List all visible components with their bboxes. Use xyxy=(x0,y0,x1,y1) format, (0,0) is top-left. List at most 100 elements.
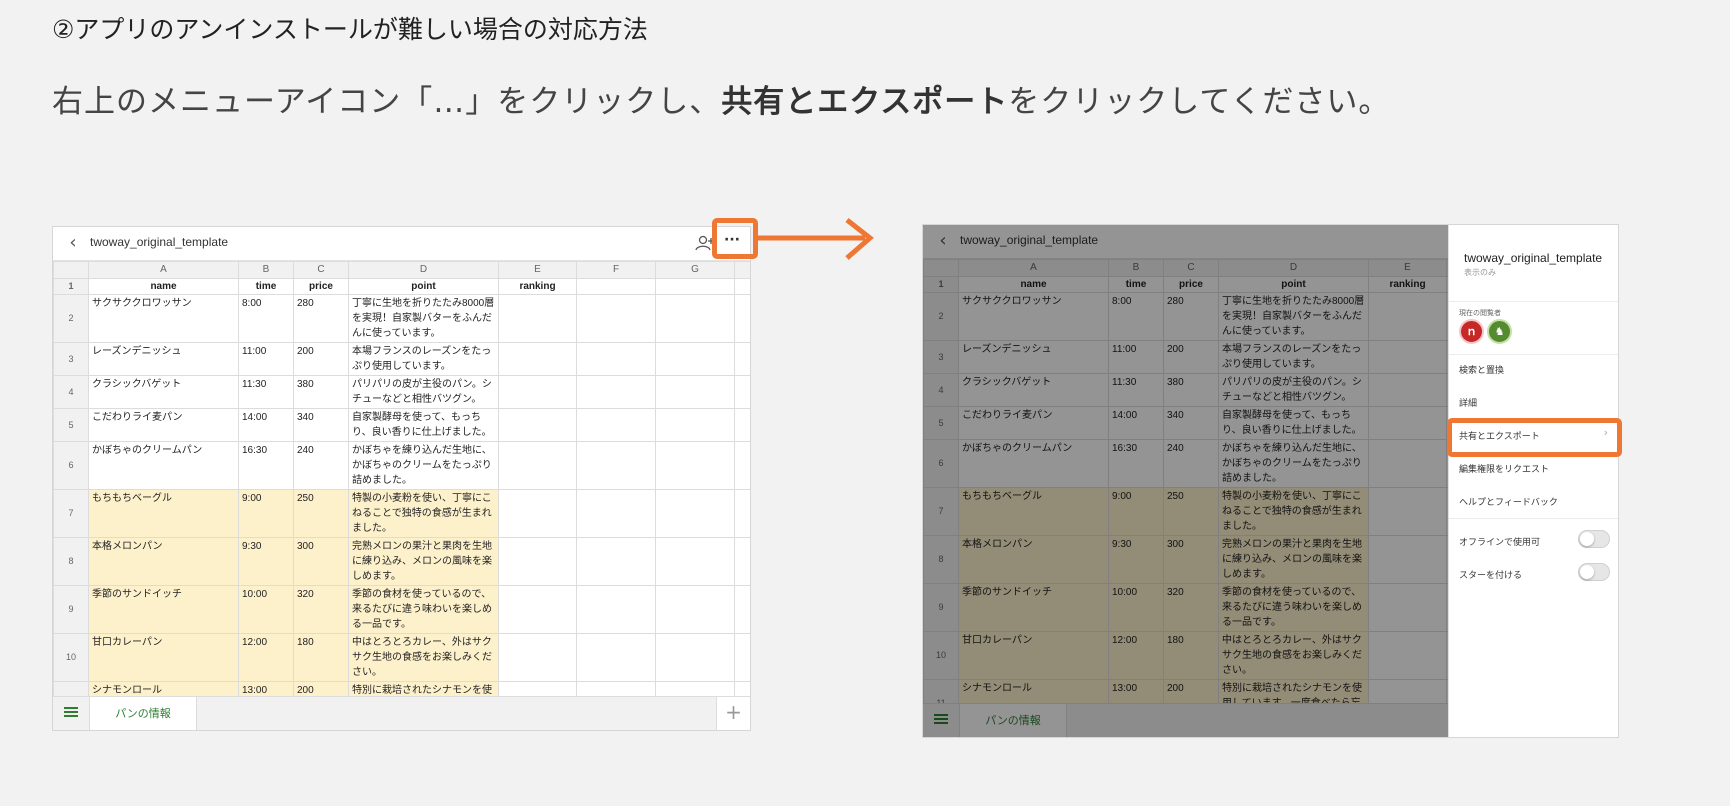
menu-item-help-feedback[interactable]: ヘルプとフィードバック xyxy=(1459,495,1558,508)
grid-cell[interactable] xyxy=(655,408,735,442)
grid-cell[interactable] xyxy=(498,375,577,409)
cell-price[interactable]: 380 xyxy=(293,375,349,409)
sheet-list-icon[interactable] xyxy=(64,707,78,719)
cell-price[interactable]: 320 xyxy=(293,585,349,634)
grid-cell[interactable] xyxy=(498,441,577,490)
header-cell[interactable] xyxy=(655,278,735,295)
cell-point[interactable]: 本場フランスのレーズンをたっぷり使用しています。 xyxy=(348,342,499,376)
cell-point[interactable]: パリパリの皮が主役のパン。シチューなどと相性バツグン。 xyxy=(348,375,499,409)
row-number[interactable]: 11 xyxy=(53,681,89,696)
grid-cell[interactable] xyxy=(576,441,656,490)
back-icon[interactable]: ‹ xyxy=(63,232,83,253)
grid-cell[interactable] xyxy=(576,489,656,538)
cell-time[interactable]: 8:00 xyxy=(238,294,294,343)
column-header[interactable]: D xyxy=(348,261,499,279)
cell-time[interactable]: 11:00 xyxy=(238,342,294,376)
column-header[interactable]: A xyxy=(88,261,239,279)
cell-price[interactable]: 200 xyxy=(293,342,349,376)
row-number[interactable]: 5 xyxy=(53,408,89,442)
cell-point[interactable]: 特別に栽培されたシナモンを使用しています。一度食べたら忘れられない味をぜひ。 xyxy=(348,681,499,696)
cell-price[interactable]: 180 xyxy=(293,633,349,682)
cell-time[interactable]: 13:00 xyxy=(238,681,294,696)
grid-cell[interactable] xyxy=(576,537,656,586)
grid-cell[interactable] xyxy=(655,489,735,538)
row-number[interactable]: 10 xyxy=(53,633,89,682)
menu-item-details[interactable]: 詳細 xyxy=(1459,396,1477,409)
cell-point[interactable]: かぼちゃを練り込んだ生地に、かぼちゃのクリームをたっぷり詰めました。 xyxy=(348,441,499,490)
cell-point[interactable]: 季節の食材を使っているので、来るたびに違う味わいを楽しめる一品です。 xyxy=(348,585,499,634)
grid-cell[interactable] xyxy=(734,489,750,538)
grid-cell[interactable] xyxy=(576,681,656,696)
row-number[interactable]: 6 xyxy=(53,441,89,490)
add-sheet-icon[interactable]: + xyxy=(716,697,750,730)
cell-point[interactable]: 自家製酵母を使って、もっちり、良い香りに仕上げました。 xyxy=(348,408,499,442)
grid-cell[interactable] xyxy=(655,294,735,343)
cell-name[interactable]: レーズンデニッシュ xyxy=(88,342,239,376)
cell-price[interactable]: 280 xyxy=(293,294,349,343)
grid-cell[interactable] xyxy=(498,489,577,538)
grid-cell[interactable] xyxy=(498,633,577,682)
cell-price[interactable]: 250 xyxy=(293,489,349,538)
cell-point[interactable]: 完熟メロンの果汁と果肉を生地に練り込み、メロンの風味を楽しめます。 xyxy=(348,537,499,586)
grid-cell[interactable] xyxy=(734,375,750,409)
row-number[interactable]: 2 xyxy=(53,294,89,343)
grid-cell[interactable] xyxy=(498,294,577,343)
cell-time[interactable]: 11:30 xyxy=(238,375,294,409)
header-cell[interactable]: point xyxy=(348,278,499,295)
column-header[interactable] xyxy=(734,261,750,279)
cell-name[interactable]: サクサククロワッサン xyxy=(88,294,239,343)
cell-price[interactable]: 300 xyxy=(293,537,349,586)
cell-point[interactable]: 丁寧に生地を折りたたみ8000層を実現！自家製バターをふんだんに使っています。 xyxy=(348,294,499,343)
grid-cell[interactable] xyxy=(734,633,750,682)
cell-time[interactable]: 14:00 xyxy=(238,408,294,442)
offline-toggle[interactable] xyxy=(1578,530,1610,548)
column-header[interactable]: B xyxy=(238,261,294,279)
grid-cell[interactable] xyxy=(655,342,735,376)
row-number[interactable]: 3 xyxy=(53,342,89,376)
grid-cell[interactable] xyxy=(655,585,735,634)
grid-cell[interactable] xyxy=(498,585,577,634)
grid-cell[interactable] xyxy=(498,342,577,376)
cell-name[interactable]: シナモンロール xyxy=(88,681,239,696)
grid-cell[interactable] xyxy=(498,537,577,586)
header-cell[interactable] xyxy=(576,278,656,295)
cell-name[interactable]: 甘口カレーパン xyxy=(88,633,239,682)
column-header[interactable]: C xyxy=(293,261,349,279)
cell-price[interactable]: 240 xyxy=(293,441,349,490)
tab-pan-info[interactable]: パンの情報 xyxy=(89,697,197,730)
grid-cell[interactable] xyxy=(655,375,735,409)
cell-point[interactable]: 中はとろとろカレー、外はサクサク生地の食感をお楽しみください。 xyxy=(348,633,499,682)
row-number[interactable]: 8 xyxy=(53,537,89,586)
grid-cell[interactable] xyxy=(498,681,577,696)
column-header[interactable]: F xyxy=(576,261,656,279)
cell-name[interactable]: かぼちゃのクリームパン xyxy=(88,441,239,490)
header-cell[interactable]: name xyxy=(88,278,239,295)
row-number[interactable]: 1 xyxy=(53,278,89,295)
grid-cell[interactable] xyxy=(734,278,750,295)
grid-cell[interactable] xyxy=(734,294,750,343)
grid-cell[interactable] xyxy=(576,294,656,343)
header-cell[interactable]: price xyxy=(293,278,349,295)
cell-time[interactable]: 12:00 xyxy=(238,633,294,682)
grid-cell[interactable] xyxy=(734,537,750,586)
cell-name[interactable]: 本格メロンパン xyxy=(88,537,239,586)
grid-cell[interactable] xyxy=(655,537,735,586)
avatar[interactable]: ｎ xyxy=(1459,319,1484,344)
grid-cell[interactable] xyxy=(734,681,750,696)
row-number[interactable]: 4 xyxy=(53,375,89,409)
cell-time[interactable]: 16:30 xyxy=(238,441,294,490)
cell-time[interactable]: 9:30 xyxy=(238,537,294,586)
row-number[interactable]: 9 xyxy=(53,585,89,634)
grid-cell[interactable] xyxy=(576,408,656,442)
grid-cell[interactable] xyxy=(734,441,750,490)
grid-cell[interactable] xyxy=(655,681,735,696)
column-header[interactable]: E xyxy=(498,261,577,279)
menu-item-request-edit[interactable]: 編集権限をリクエスト xyxy=(1459,462,1549,475)
cell-name[interactable]: 季節のサンドイッチ xyxy=(88,585,239,634)
column-header[interactable]: G xyxy=(655,261,735,279)
grid-cell[interactable] xyxy=(498,408,577,442)
grid-cell[interactable] xyxy=(576,585,656,634)
cell-name[interactable]: もちもちベーグル xyxy=(88,489,239,538)
header-cell[interactable]: ranking xyxy=(498,278,577,295)
cell-time[interactable]: 10:00 xyxy=(238,585,294,634)
